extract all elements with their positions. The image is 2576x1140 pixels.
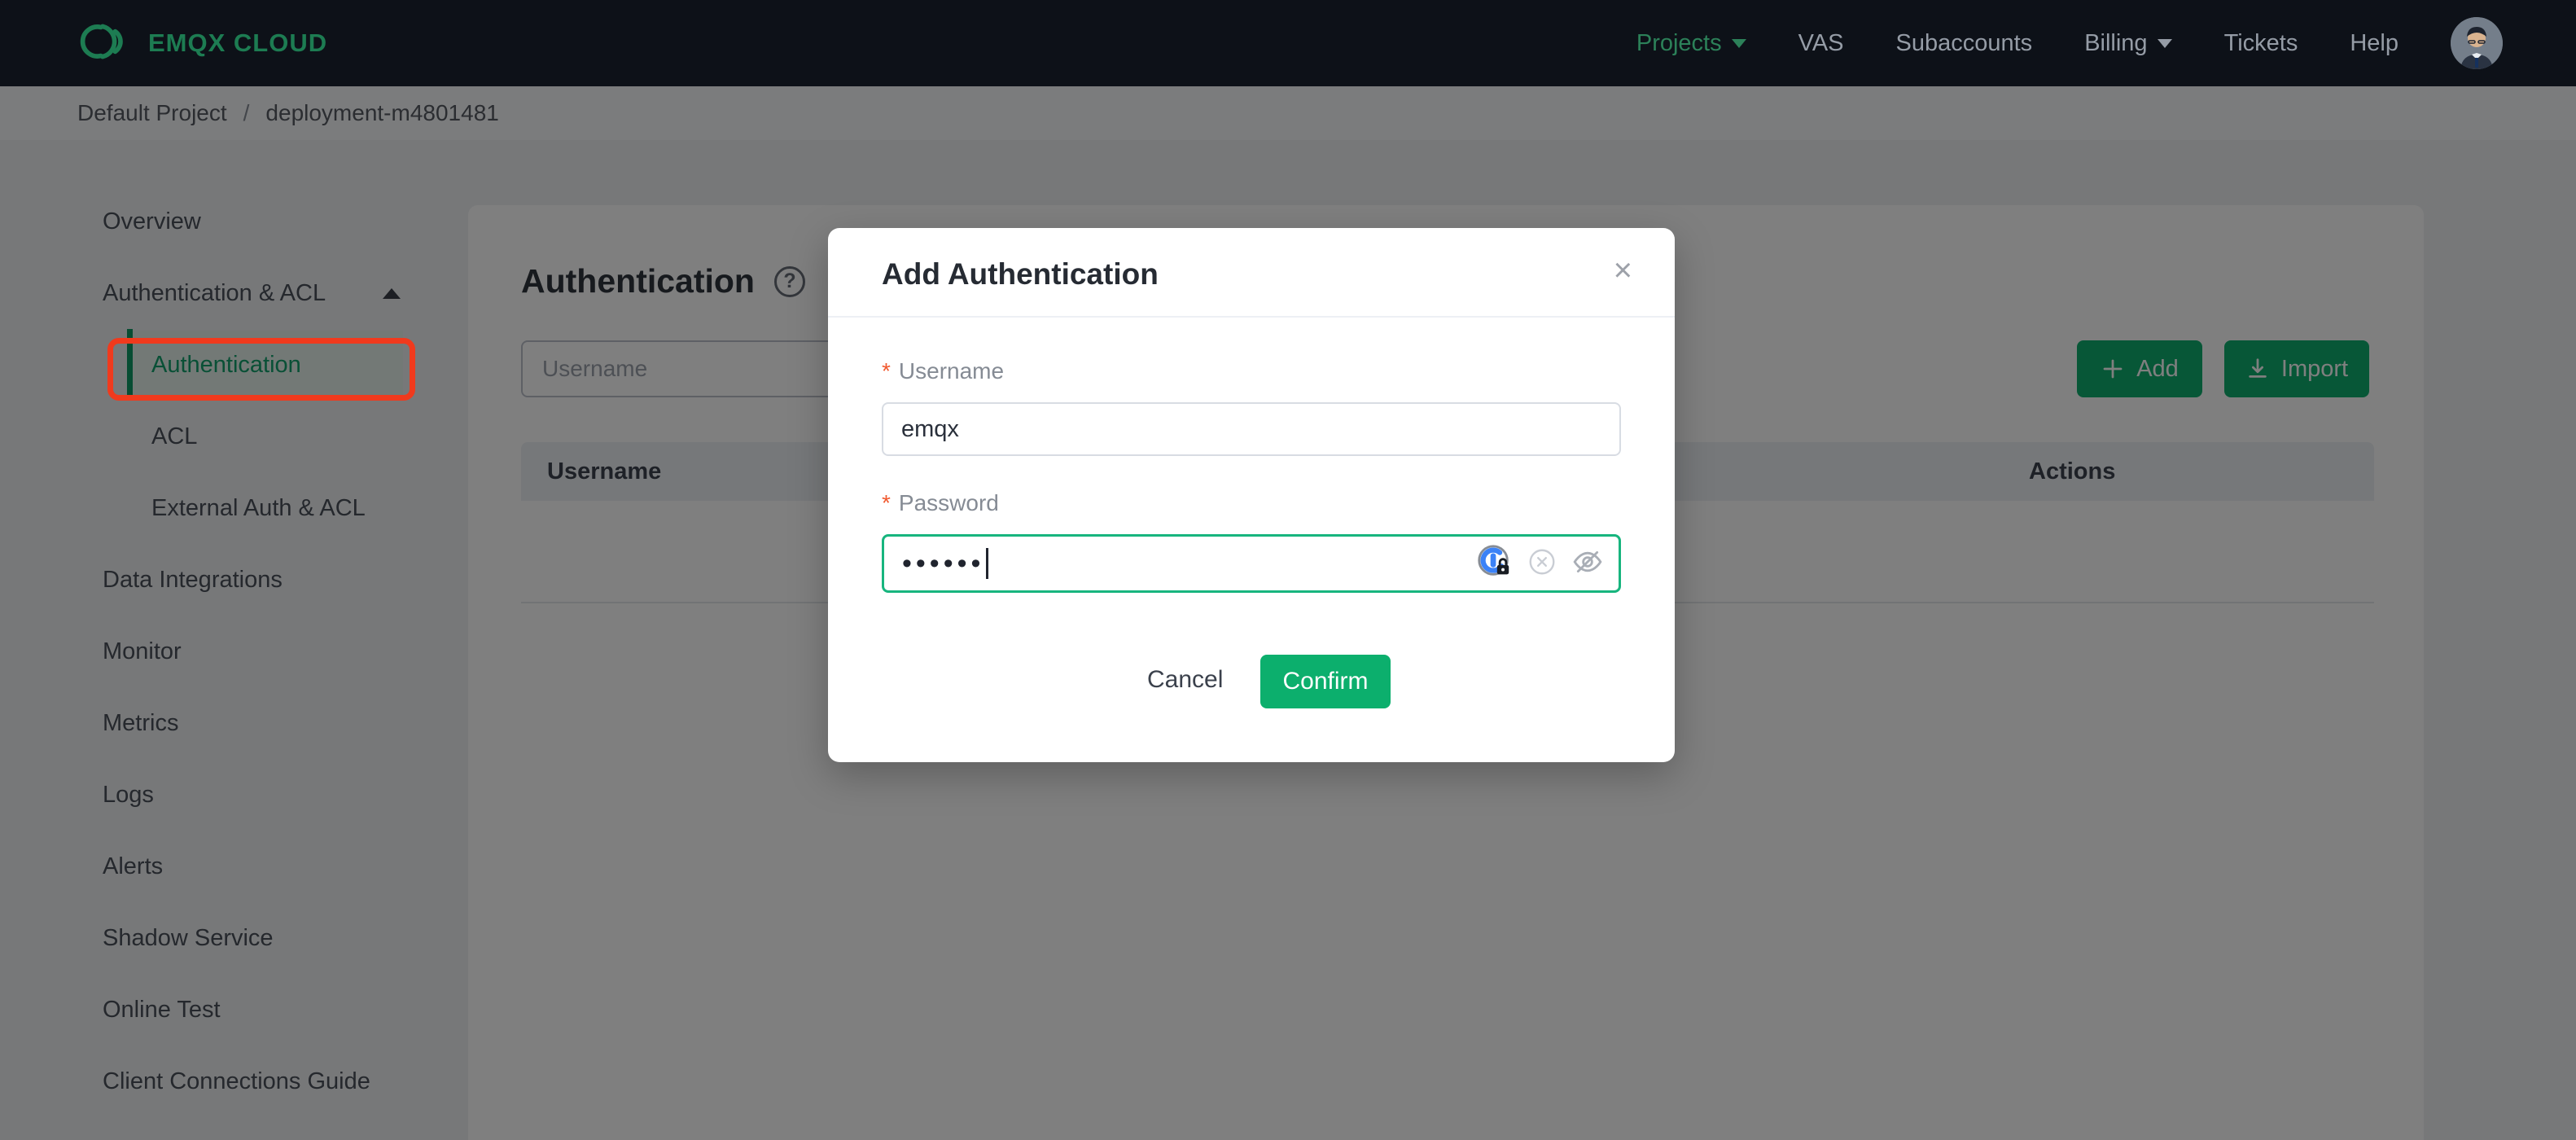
nav-billing[interactable]: Billing: [2084, 30, 2172, 57]
brand[interactable]: EMQX CLOUD: [0, 20, 327, 67]
username-input[interactable]: [882, 402, 1621, 456]
clear-input-icon[interactable]: [1527, 547, 1557, 581]
emqx-logo-icon: [77, 20, 130, 67]
top-navigation-bar: EMQX CLOUD Projects VAS Subaccounts Bill…: [0, 0, 2576, 86]
nav-tickets[interactable]: Tickets: [2224, 30, 2298, 57]
username-field-label: * Username: [882, 358, 1005, 384]
required-marker: *: [882, 358, 891, 384]
toggle-password-visibility-icon[interactable]: [1571, 546, 1604, 582]
chevron-down-icon: [2157, 38, 2172, 48]
user-avatar[interactable]: [2451, 17, 2503, 69]
brand-title: EMQX CLOUD: [148, 28, 328, 57]
nav-vas[interactable]: VAS: [1798, 30, 1844, 57]
nav-projects[interactable]: Projects: [1636, 30, 1746, 57]
chevron-down-icon: [1731, 38, 1746, 48]
close-icon[interactable]: ×: [1614, 254, 1632, 287]
dialog-title: Add Authentication: [882, 257, 1159, 291]
nav-subaccounts[interactable]: Subaccounts: [1896, 30, 2033, 57]
nav-help[interactable]: Help: [2350, 30, 2399, 57]
add-authentication-dialog: Add Authentication × *Username *Password…: [828, 228, 1675, 762]
password-input[interactable]: ••••••: [882, 534, 1621, 593]
onepassword-extension-icon[interactable]: [1475, 543, 1513, 585]
text-cursor: [986, 548, 989, 579]
password-masked-value: ••••••: [902, 548, 985, 579]
top-nav-menu: Projects VAS Subaccounts Billing Tickets…: [1636, 17, 2576, 69]
confirm-button[interactable]: Confirm: [1260, 655, 1391, 708]
required-marker: *: [882, 490, 891, 515]
password-field-label: * Password: [882, 490, 999, 515]
cancel-button[interactable]: Cancel: [1131, 655, 1239, 705]
dialog-header: Add Authentication ×: [828, 228, 1675, 318]
